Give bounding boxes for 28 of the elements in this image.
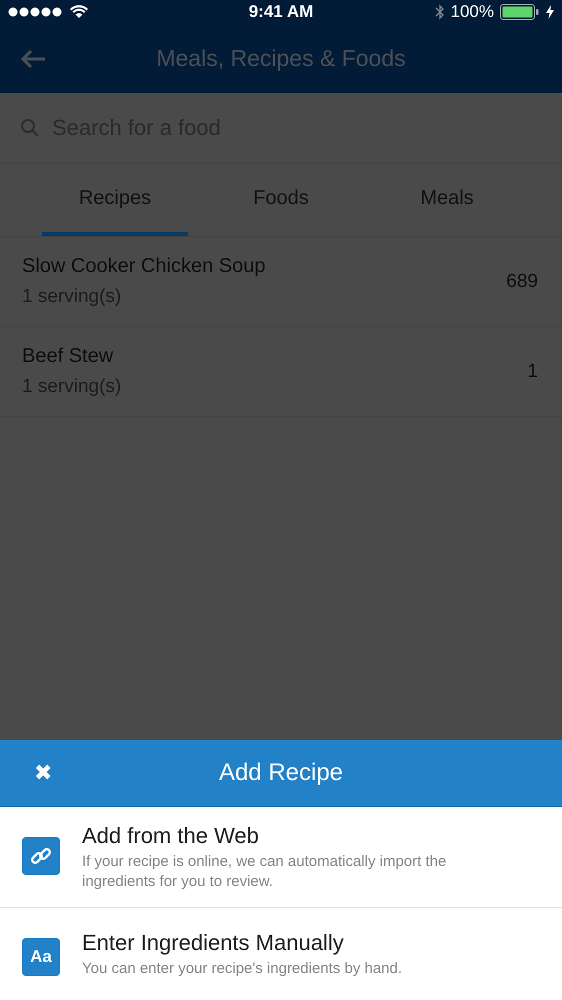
wifi-icon bbox=[70, 5, 88, 19]
recipe-name: Slow Cooker Chicken Soup bbox=[22, 255, 266, 278]
search-icon bbox=[20, 118, 40, 138]
option-title: Enter Ingredients Manually bbox=[82, 930, 345, 956]
signal-icon bbox=[8, 7, 64, 17]
close-button[interactable]: ✖ bbox=[30, 760, 56, 786]
status-time: 9:41 AM bbox=[248, 2, 314, 22]
option-description: You can enter your recipe's ingredients by hand. bbox=[82, 958, 404, 978]
back-arrow-icon bbox=[20, 48, 46, 68]
tab[interactable]: Foods bbox=[208, 164, 354, 236]
option-description: If your recipe is online, we can automatically import the ingredients for you to review. bbox=[82, 852, 448, 892]
back-button[interactable] bbox=[20, 48, 46, 68]
battery-percent: 100% bbox=[450, 2, 494, 22]
charging-icon bbox=[546, 5, 554, 19]
option-item[interactable]: Aa Enter Ingredients Manually You can enter your recipe's ingredients by hand. bbox=[0, 908, 562, 1000]
sheet-title: Add Recipe bbox=[218, 759, 344, 787]
option-item[interactable]: Add from the Web If your recipe is online, we can automatically import the ingredients for you to review. bbox=[0, 807, 562, 908]
option-title: Add from the Web bbox=[82, 822, 260, 848]
link-icon bbox=[22, 837, 60, 875]
header-title: Meals, Recipes & Foods bbox=[155, 45, 407, 72]
recipe-calories: 1 bbox=[527, 360, 538, 382]
tab[interactable]: Meals bbox=[374, 164, 520, 236]
tab[interactable]: Recipes bbox=[42, 164, 188, 236]
battery-icon bbox=[500, 4, 540, 20]
text-icon: Aa bbox=[22, 938, 60, 976]
bluetooth-icon bbox=[434, 4, 445, 20]
recipe-name: Beef Stew bbox=[22, 345, 114, 368]
recipe-calories: 689 bbox=[506, 270, 538, 292]
